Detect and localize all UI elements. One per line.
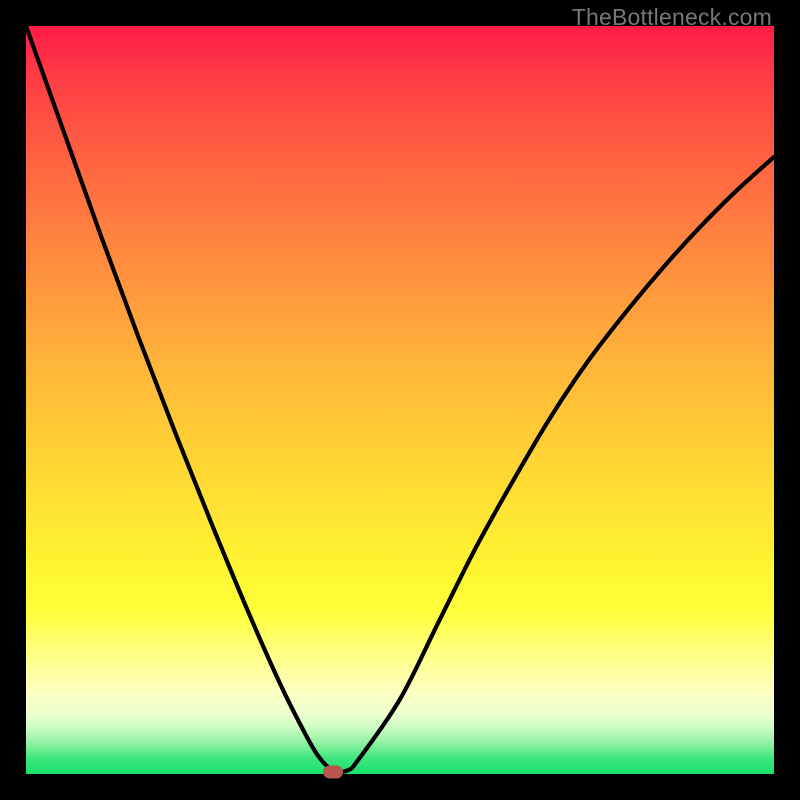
bottleneck-curve bbox=[26, 26, 774, 772]
curve-svg bbox=[26, 26, 774, 774]
chart-frame: TheBottleneck.com bbox=[0, 0, 800, 800]
watermark-text: TheBottleneck.com bbox=[572, 4, 772, 31]
plot-area bbox=[26, 26, 774, 774]
min-marker bbox=[323, 765, 343, 778]
